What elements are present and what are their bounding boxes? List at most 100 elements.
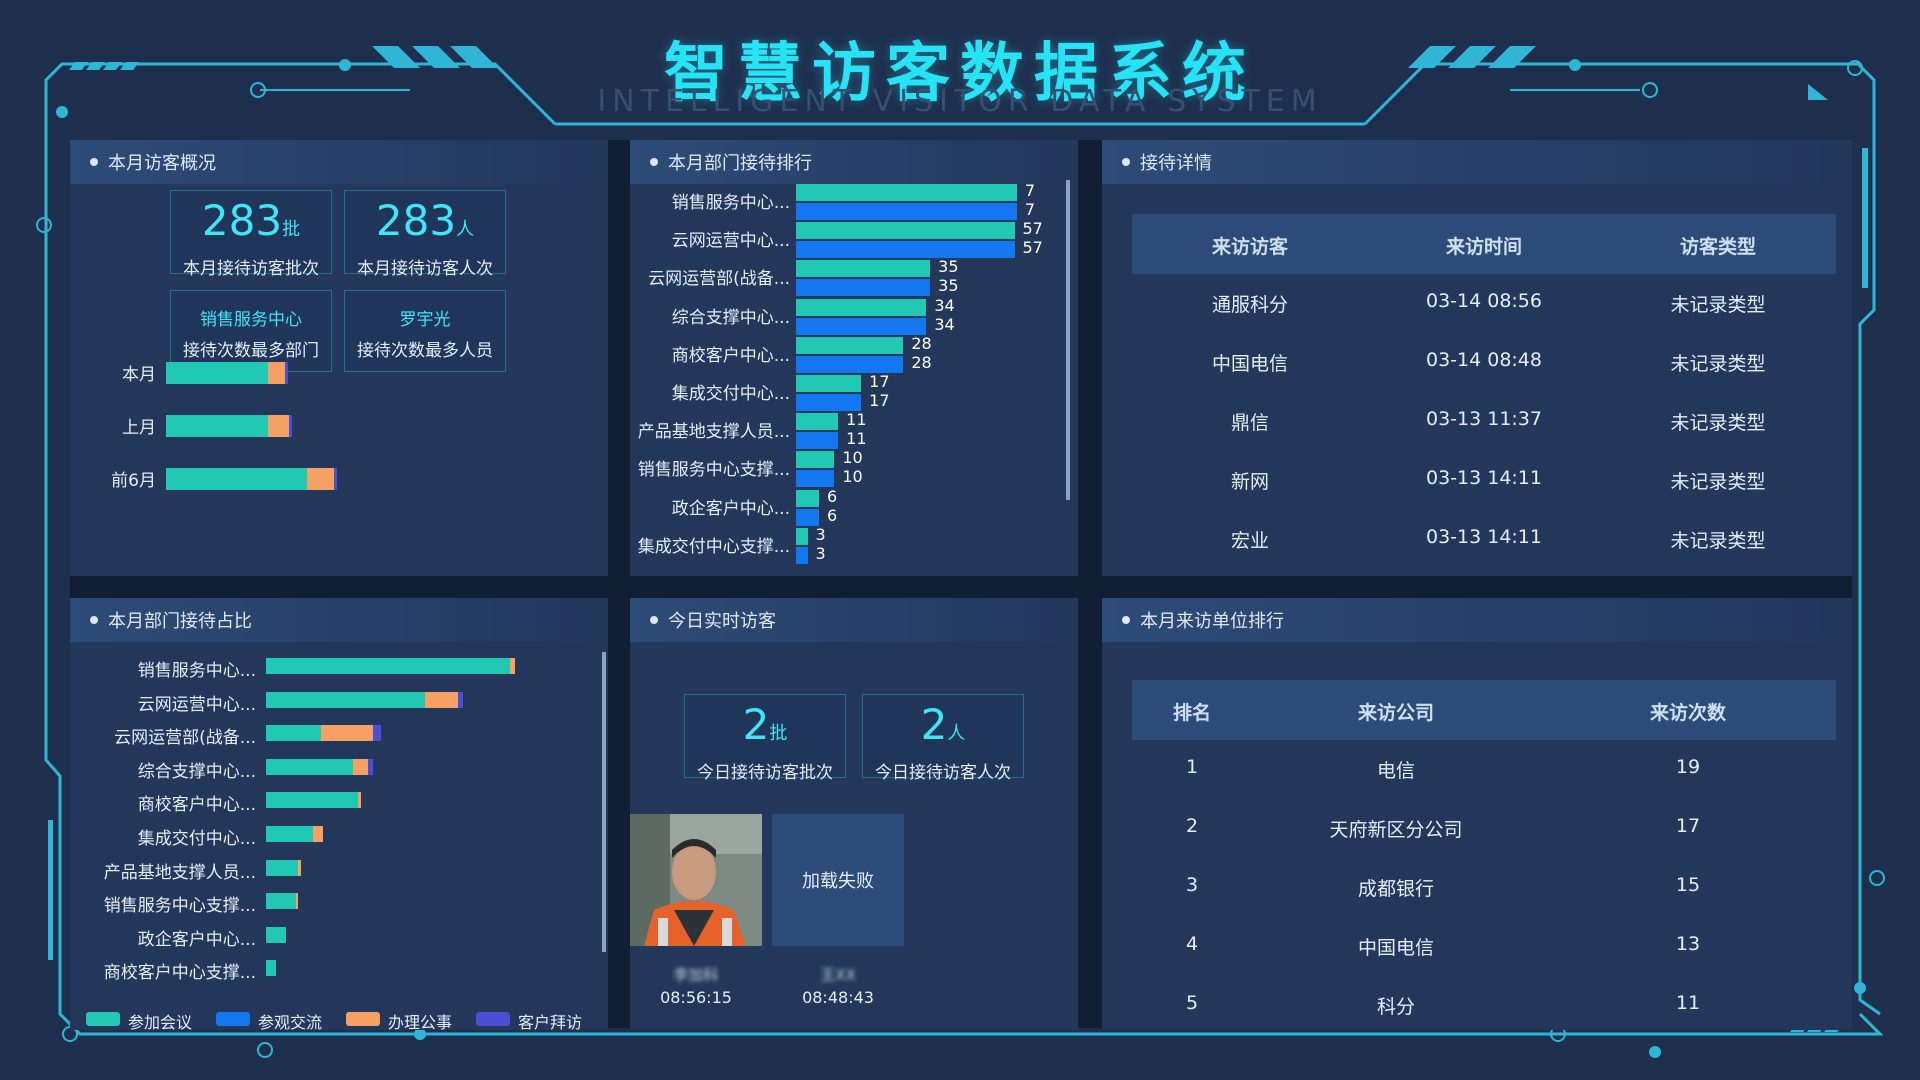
top-dept-stat: 销售服务中心 接待次数最多部门 xyxy=(170,290,332,372)
ranking-value-b: 35 xyxy=(938,276,959,296)
details-cell: 鼎信 xyxy=(1230,412,1269,434)
units-cell: 天府新区分公司 xyxy=(1329,819,1463,841)
today-batch-label: 今日接待访客批次 xyxy=(697,763,833,783)
ranking-value-a: 11 xyxy=(846,410,867,430)
photo-failed-text: 加载失败 xyxy=(802,871,874,892)
details-cell: 03-14 08:56 xyxy=(1425,290,1542,312)
ranking-item-label: 云网运营中心... xyxy=(671,231,790,252)
realtime-title: 今日实时访客 xyxy=(630,598,1078,642)
ranking-value-b: 3 xyxy=(815,543,826,563)
details-header-cell: 来访时间 xyxy=(1445,236,1522,258)
units-cell: 2 xyxy=(1185,815,1199,837)
details-cell: 03-13 14:11 xyxy=(1425,467,1542,489)
ratio-bar-segment xyxy=(425,691,458,708)
top-person-value: 罗宇光 xyxy=(399,310,451,330)
ratio-bar-segment xyxy=(358,792,361,809)
ranking-value-b: 57 xyxy=(1022,238,1043,258)
legend-swatch xyxy=(216,1012,250,1026)
legend-swatch xyxy=(346,1012,380,1026)
units-cell: 17 xyxy=(1675,815,1701,837)
ratio-bar-segment xyxy=(266,658,511,674)
ranking-bar-b xyxy=(796,355,904,373)
details-cell: 03-14 08:48 xyxy=(1425,349,1542,371)
top-person-label: 接待次数最多人员 xyxy=(357,341,493,361)
ranking-bar-a xyxy=(796,336,904,354)
ratio-item-label: 销售服务中心支撑... xyxy=(103,896,256,917)
overview-title: 本月访客概况 xyxy=(70,140,608,184)
details-panel: 接待详情 来访访客 来访时间 访客类型 通服科分 03-14 08:56 未记录类型 中国电… xyxy=(1102,140,1852,576)
units-cell: 15 xyxy=(1675,874,1701,896)
ranking-item-label: 集成交付中心支撑... xyxy=(637,536,790,557)
month-people-unit: 人 xyxy=(456,219,475,240)
ranking-bar-a xyxy=(796,489,819,507)
details-header-cell: 来访访客 xyxy=(1211,236,1288,258)
units-cell: 3 xyxy=(1185,874,1199,896)
ranking-value-a: 34 xyxy=(934,295,955,315)
ratio-panel: 本月部门接待占比 销售服务中心... 云网运营中心... 云网运营部(战备... 综合… xyxy=(70,598,608,1032)
ranking-value-b: 17 xyxy=(869,391,890,410)
ratio-item-label: 集成交付中心... xyxy=(137,829,256,849)
ratio-bar-segment xyxy=(457,691,463,708)
visitor-photo[interactable] xyxy=(630,814,762,946)
ratio-bar-segment xyxy=(266,792,359,809)
visitor-1-time: 08:56:15 xyxy=(660,988,732,1007)
ratio-item-label: 云网运营中心... xyxy=(137,694,256,715)
ratio-bar-segment xyxy=(295,893,299,910)
ranking-item-label: 销售服务中心... xyxy=(671,193,790,213)
visitor-2-time: 08:48:43 xyxy=(802,988,874,1007)
top-dept-label: 接待次数最多部门 xyxy=(183,341,319,361)
ratio-bar-segment xyxy=(320,725,374,742)
ranking-bar-a xyxy=(796,413,839,431)
details-cell: 未记录类型 xyxy=(1670,471,1766,493)
top-person-stat: 罗宇光 接待次数最多人员 xyxy=(344,290,506,372)
period-bar-label: 上月 xyxy=(122,418,156,438)
ratio-bar-segment xyxy=(266,691,426,708)
ranking-scrollbar[interactable] xyxy=(1066,180,1070,500)
visitor-photo-failed[interactable]: 加载失败 xyxy=(772,814,904,946)
legend-label: 办理公事 xyxy=(388,1013,453,1032)
ranking-value-a: 10 xyxy=(842,448,863,468)
ranking-item-label: 政企客户中心... xyxy=(671,498,790,519)
ranking-bar-b xyxy=(796,394,862,411)
units-cell: 19 xyxy=(1675,756,1701,778)
today-batch-unit: 批 xyxy=(769,723,788,744)
visitor-1-name: 李加科 xyxy=(673,966,719,984)
period-bar-segment xyxy=(268,415,289,437)
ratio-bar-segment xyxy=(266,859,299,876)
units-cell: 科分 xyxy=(1376,996,1415,1018)
month-people-stat: 283人 本月接待访客人次 xyxy=(344,190,506,279)
ranking-item-label: 商校客户中心... xyxy=(671,345,790,366)
units-cell: 电信 xyxy=(1376,760,1415,782)
ranking-value-a: 17 xyxy=(869,372,890,391)
units-header-cell: 来访次数 xyxy=(1649,702,1726,724)
period-bar-segment xyxy=(166,468,307,490)
units-title: 本月来访单位排行 xyxy=(1102,598,1852,642)
details-cell: 03-13 11:37 xyxy=(1425,408,1542,430)
ranking-bar-b xyxy=(796,432,839,450)
panel-separator xyxy=(608,140,630,1028)
ratio-bar-segment xyxy=(266,893,296,910)
ranking-bar-a xyxy=(796,375,862,392)
ranking-value-b: 7 xyxy=(1024,200,1036,219)
today-batch-value: 2 xyxy=(742,700,770,749)
period-bar-segment xyxy=(268,362,285,384)
ratio-bar-segment xyxy=(266,960,276,977)
period-bar-segment xyxy=(307,468,334,490)
units-header-cell: 来访公司 xyxy=(1357,702,1434,724)
details-cell: 中国电信 xyxy=(1211,353,1288,375)
ratio-title: 本月部门接待占比 xyxy=(70,598,608,642)
period-bar-segment xyxy=(289,415,292,437)
ratio-bar-segment xyxy=(353,758,369,775)
ranking-item-label: 综合支撑中心... xyxy=(671,307,790,328)
ranking-value-a: 6 xyxy=(827,486,838,506)
ranking-item-label: 云网运营部(战备... xyxy=(648,269,790,290)
ratio-scrollbar[interactable] xyxy=(602,652,606,952)
ranking-bar-b xyxy=(796,317,927,335)
ranking-bar-b xyxy=(796,546,808,564)
ranking-bar-a xyxy=(796,260,931,278)
legend-label: 参加会议 xyxy=(128,1013,193,1032)
ratio-bar-segment xyxy=(313,826,324,842)
ranking-bar-a xyxy=(796,527,808,545)
units-cell: 中国电信 xyxy=(1357,937,1434,959)
ratio-item-label: 商校客户中心支撑... xyxy=(103,963,256,984)
